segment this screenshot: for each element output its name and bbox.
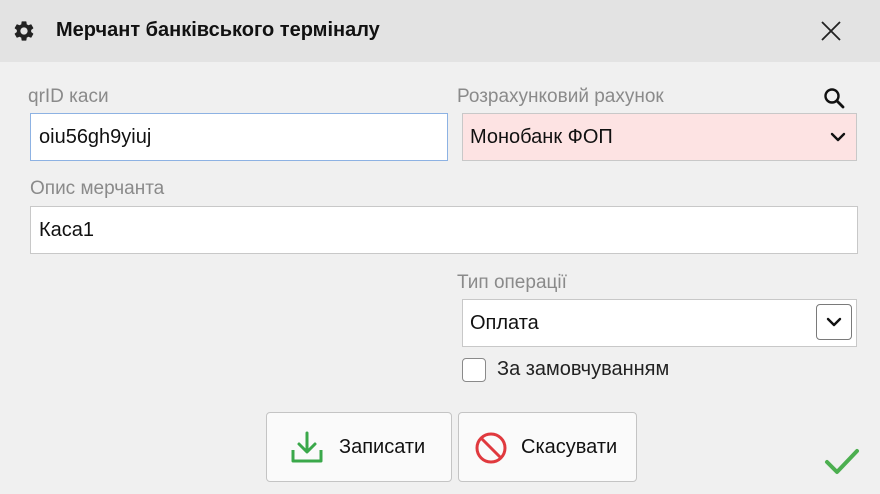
save-button[interactable]: Записати bbox=[266, 412, 452, 482]
search-icon[interactable] bbox=[822, 86, 846, 110]
no-entry-icon bbox=[475, 432, 507, 464]
chevron-down-icon bbox=[826, 317, 842, 327]
account-label: Розрахунковий рахунок bbox=[457, 86, 664, 107]
gear-icon bbox=[14, 21, 34, 41]
close-icon[interactable] bbox=[814, 14, 848, 48]
window-title: Мерчант банківського терміналу bbox=[56, 19, 380, 41]
default-checkbox[interactable] bbox=[462, 358, 486, 382]
check-icon bbox=[825, 449, 859, 474]
account-value: Монобанк ФОП bbox=[470, 125, 613, 148]
download-icon bbox=[291, 431, 323, 463]
qr-id-label: qrID каси bbox=[28, 86, 109, 107]
description-label: Опис мерчанта bbox=[30, 178, 165, 199]
operation-type-label: Тип операції bbox=[457, 272, 567, 293]
operation-type-select[interactable]: Оплата bbox=[462, 299, 857, 347]
operation-type-dropdown-button[interactable] bbox=[816, 304, 852, 340]
chevron-down-icon bbox=[830, 132, 846, 142]
title-bar: Мерчант банківського терміналу bbox=[0, 0, 880, 62]
save-button-label: Записати bbox=[339, 435, 426, 458]
cancel-button[interactable]: Скасувати bbox=[458, 412, 637, 482]
account-select[interactable]: Монобанк ФОП bbox=[462, 113, 857, 161]
description-input[interactable] bbox=[30, 206, 858, 254]
default-checkbox-label: За замовчуванням bbox=[497, 358, 670, 380]
cancel-button-label: Скасувати bbox=[521, 435, 618, 458]
qr-id-input[interactable] bbox=[30, 113, 448, 161]
operation-type-value: Оплата bbox=[470, 311, 539, 334]
